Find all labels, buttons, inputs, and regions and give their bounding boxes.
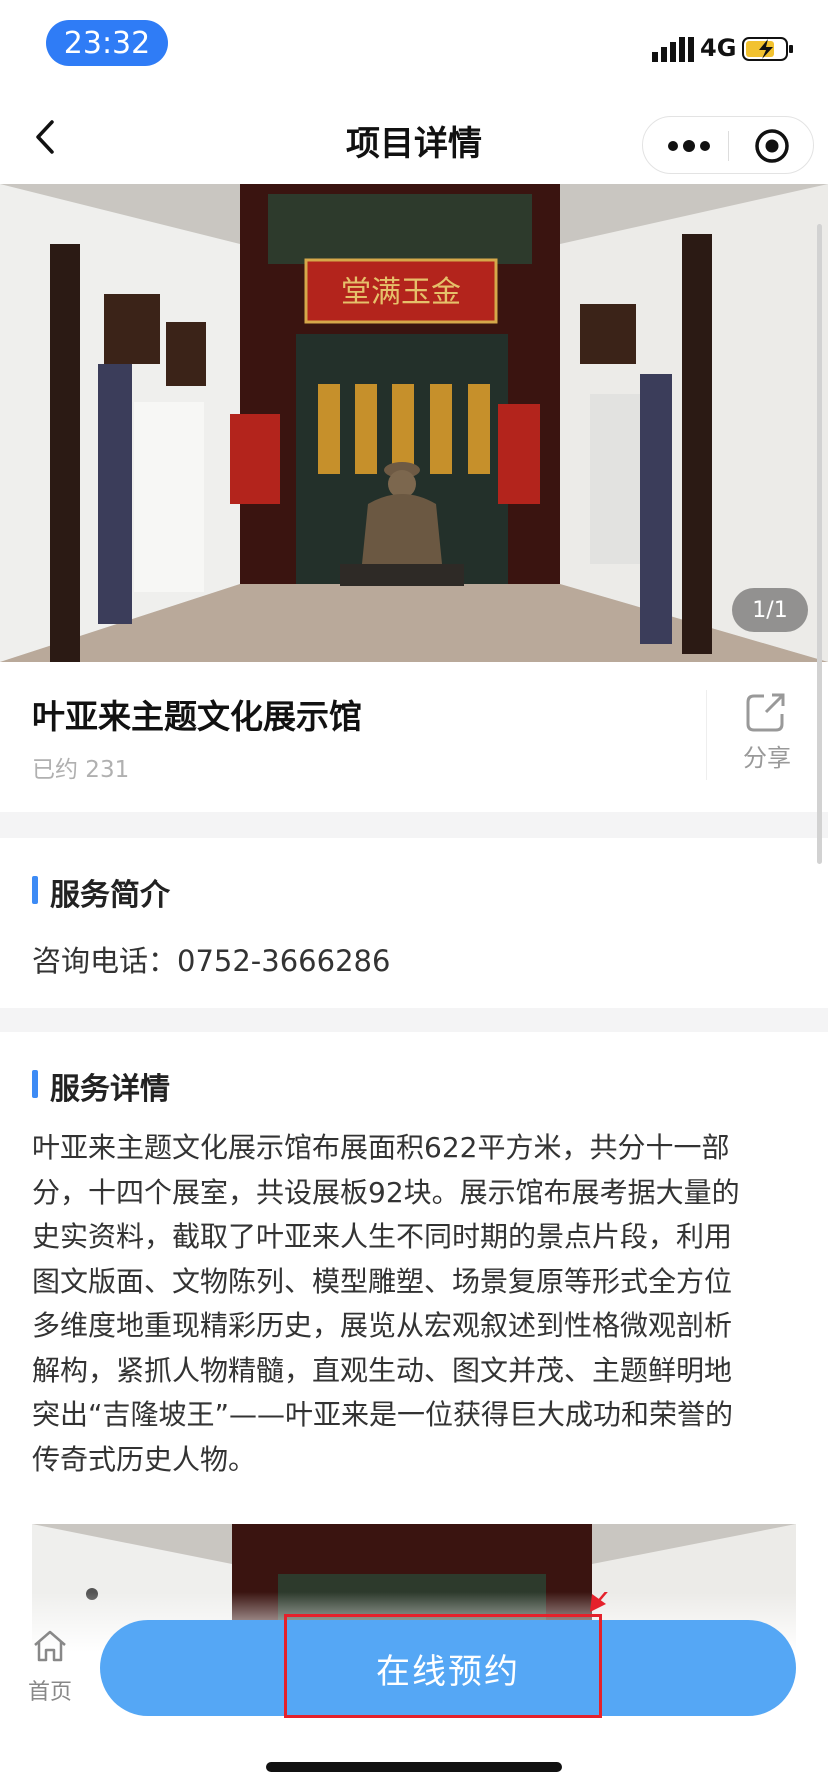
share-label: 分享 (743, 744, 791, 772)
hero-image[interactable]: 堂满玉金 1/1 (0, 184, 828, 662)
page: 23:32 4G 项目详情 堂满玉金 1/1 叶亚来主题文化展示馆 已约 231… (0, 0, 828, 1792)
home-indicator (266, 1762, 562, 1772)
detail-line: 分，十四个展室，共设展板92块。展示馆布展考据大量的 (32, 1175, 740, 1209)
section-heading-intro: 服务简介 (32, 870, 170, 914)
service-intro-section: 服务简介 咨询电话：0752-3666286 (0, 838, 828, 1008)
venue-info-card: 叶亚来主题文化展示馆 已约 231 分享 (0, 662, 828, 812)
detail-line: 突出“吉隆坡王”——叶亚来是一位获得巨大成功和荣誉的 (32, 1398, 734, 1431)
share-button[interactable]: 分享 (722, 690, 812, 790)
section-heading-detail: 服务详情 (32, 1064, 170, 1108)
nav-bar: 项目详情 (0, 92, 828, 184)
image-counter: 1/1 (732, 588, 808, 632)
detail-line: 多维度地重现精彩历史，展览从宏观叙述到性格微观剖析 (32, 1309, 733, 1342)
booked-count: 已约 231 (32, 757, 130, 783)
signal-bars-icon (652, 37, 694, 62)
bottom-bar: 首页 在线预约 (0, 1592, 828, 1792)
share-divider (706, 690, 707, 780)
capsule-divider (728, 131, 729, 161)
detail-line: 传奇式历史人物。 (32, 1442, 257, 1476)
status-bar: 23:32 4G (0, 0, 828, 92)
detail-line: 史实资料，截取了叶亚来人生不同时期的景点片段，利用 (32, 1220, 733, 1253)
detail-line: 图文版面、文物陈列、模型雕塑、场景复原等形式全方位 (32, 1264, 733, 1298)
status-time: 23:32 (46, 20, 168, 66)
detail-line: 叶亚来主题文化展示馆布展面积622平方米，共分十一部 (32, 1131, 730, 1164)
detail-paragraph: 叶亚来主题文化展示馆布展面积622平方米，共分十一部 分，十四个展室，共设展板9… (32, 1126, 798, 1482)
battery-charging-icon (742, 37, 793, 61)
exhibition-hall-photo: 堂满玉金 (0, 184, 828, 662)
share-icon (746, 693, 785, 732)
mini-program-capsule (642, 116, 814, 174)
scrollbar[interactable] (817, 224, 822, 864)
network-type: 4G (700, 34, 737, 62)
target-circle-icon[interactable] (753, 127, 791, 165)
venue-name: 叶亚来主题文化展示馆 (32, 697, 362, 736)
detail-line: 解构，紧抓人物精髓，直观生动、图文并茂、主题鲜明地 (32, 1353, 733, 1387)
svg-text:堂满玉金: 堂满玉金 (341, 275, 461, 310)
contact-phone: 咨询电话：0752-3666286 (32, 944, 391, 978)
more-dots-icon[interactable] (665, 137, 713, 155)
